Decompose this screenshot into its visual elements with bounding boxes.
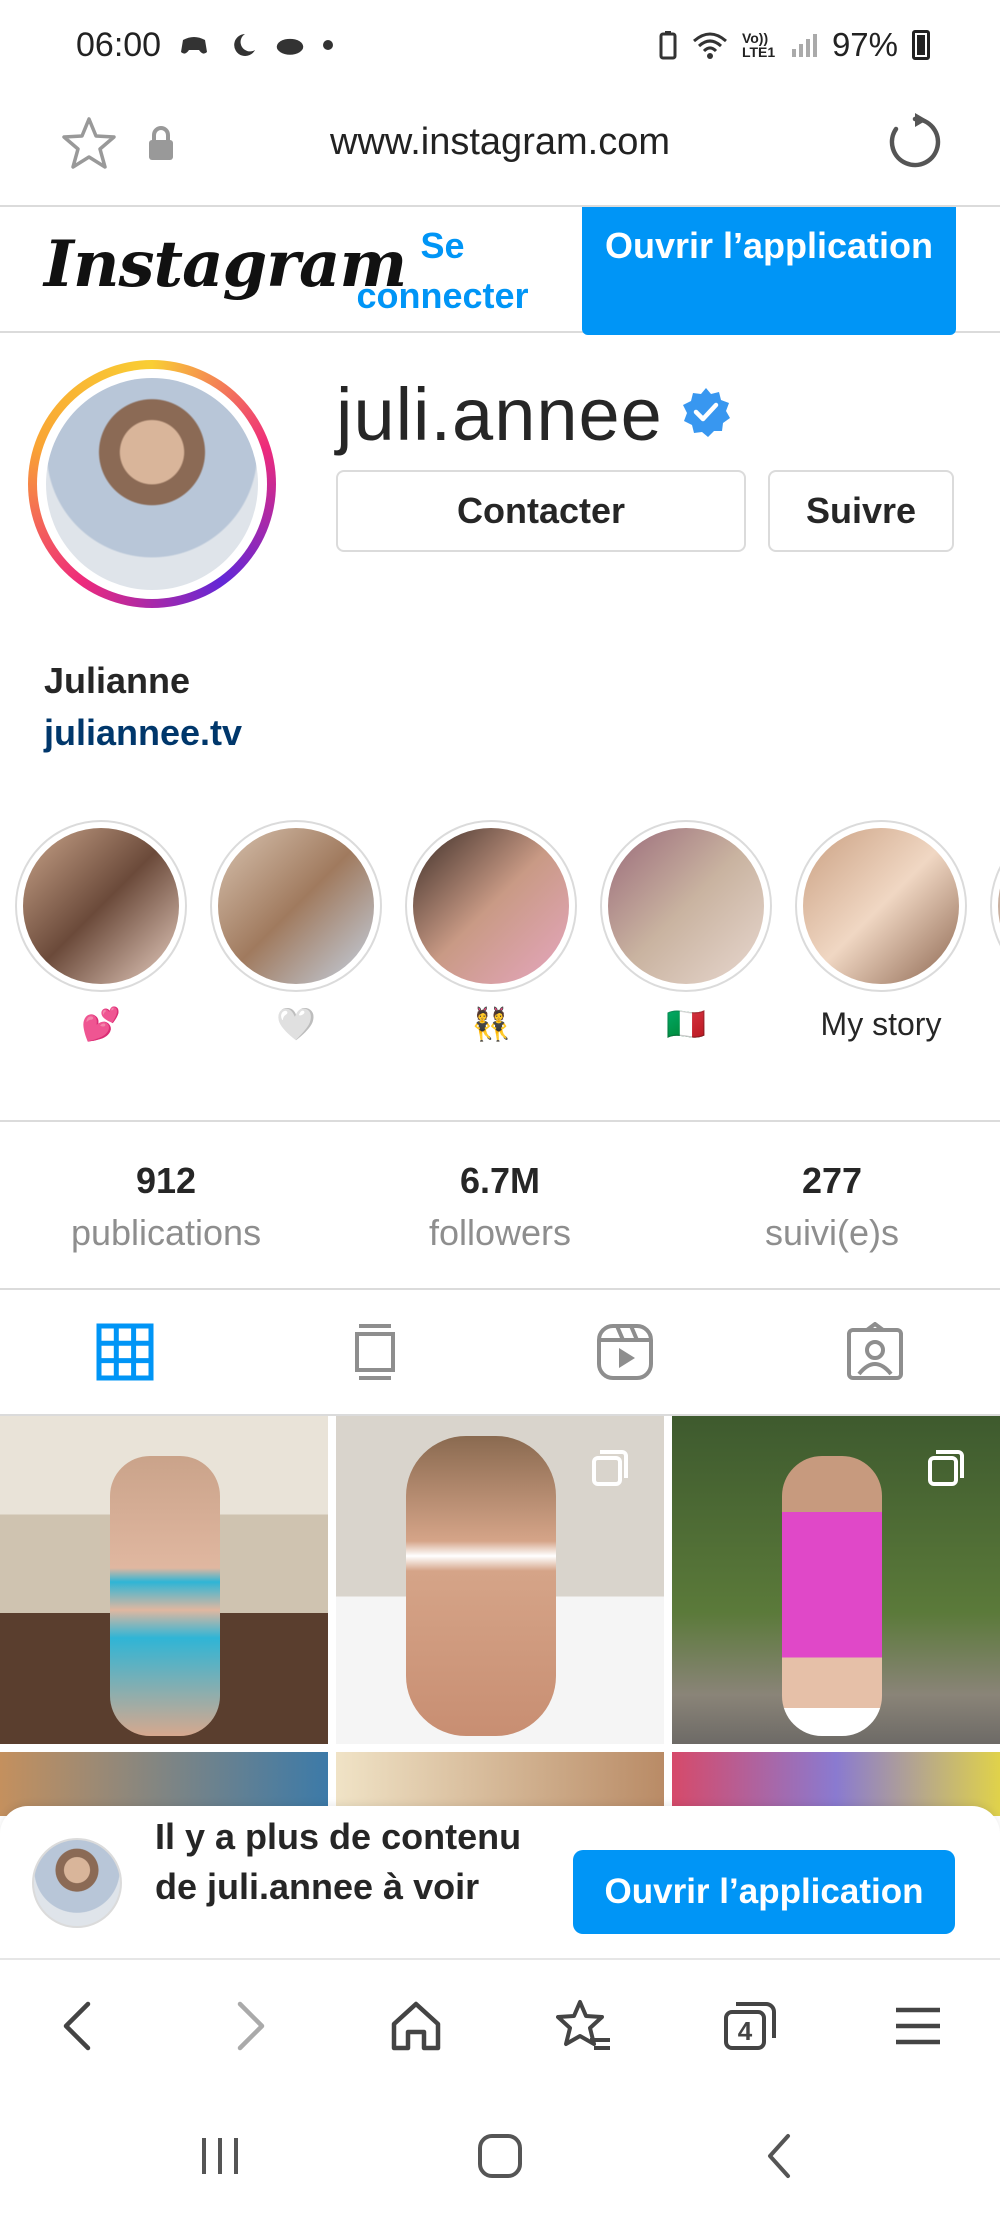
profile-website-link[interactable]: juliannee.tv [44,712,242,754]
post-thumbnail[interactable] [336,1416,664,1744]
login-link[interactable]: Se connecter [350,221,535,321]
stat-followers[interactable]: 6.7M followers [370,1160,630,1254]
signal-icon [791,34,817,57]
recent-apps-icon[interactable] [190,2126,250,2186]
wifi-icon [692,32,727,59]
grid-icon[interactable] [95,1322,155,1382]
stat-value: 277 [801,1160,863,1201]
stat-label: suivi(e)s [764,1212,899,1253]
banner-open-app-button[interactable]: Ouvrir l’application [573,1850,955,1934]
highlight-cover[interactable] [15,820,187,992]
system-back-icon[interactable] [750,2126,810,2186]
stat-label: followers [428,1212,572,1253]
highlight-cover[interactable] [990,820,1000,992]
highlight-cover[interactable] [600,820,772,992]
highlight-item[interactable]: 👯 [405,820,577,1044]
banner-text: Il y a plus de contenu de juli.annee à v… [155,1816,522,1907]
stat-value: 6.7M [459,1160,541,1201]
tagged-icon[interactable] [845,1322,905,1382]
moon-icon [234,34,256,56]
highlight-label: 🇮🇹 [666,1006,706,1042]
stat-following[interactable]: 277 suivi(e)s [702,1160,962,1254]
tabs-icon[interactable]: 4 [722,1998,778,2054]
reels-icon[interactable] [595,1322,655,1382]
stat-label: publications [70,1212,262,1253]
banner-avatar [32,1838,122,1928]
highlight-item[interactable]: 🇮🇹 [600,820,772,1044]
profile-stats: 912 publications 6.7M followers 277 suiv… [0,1120,1000,1290]
status-time: 06:00 [76,25,162,64]
profile-full-name: Julianne [44,660,191,701]
story-highlights: 💕 🤍 👯 🇮🇹 My story [0,820,1000,1060]
stat-value: 912 [135,1160,197,1201]
system-navigation-bar [0,2090,1000,2223]
follow-button[interactable]: Suivre [768,470,954,552]
multiple-posts-icon [928,1450,964,1486]
highlight-cover[interactable] [210,820,382,992]
forward-icon[interactable] [220,1998,276,2054]
verified-badge-icon [683,388,730,437]
reload-icon[interactable] [884,111,946,173]
feed-icon[interactable] [345,1322,405,1382]
highlight-label: 👯 [471,1006,511,1042]
status-bar: 06:00 Vo)) LTE1 97% [0,0,1000,90]
contact-button[interactable]: Contacter [336,470,746,552]
profile-tabs [0,1290,1000,1416]
highlight-cover[interactable] [795,820,967,992]
open-app-button[interactable]: Ouvrir l’application [582,207,956,335]
multiple-posts-icon [592,1450,628,1486]
dot-icon [323,40,334,50]
menu-icon[interactable] [890,1998,946,2054]
highlight-label: 💕 [81,1006,121,1042]
open-app-banner: Il y a plus de contenu de juli.annee à v… [0,1806,1000,1958]
highlight-label: 🤍 [276,1006,316,1042]
post-thumbnail[interactable] [0,1416,328,1744]
posts-grid [0,1416,1000,1816]
bookmarks-star-icon[interactable] [556,1998,612,2054]
battery-percent: 97% [831,26,898,63]
highlight-item[interactable]: My story [795,820,967,1044]
game-controller-icon [181,37,208,54]
highlight-item[interactable]: 💕 [15,820,187,1044]
tab-count: 4 [738,2016,753,2046]
highlight-item[interactable]: 🤍 [210,820,382,1044]
post-thumbnail[interactable] [672,1416,1000,1744]
url-bar[interactable]: www.instagram.com [0,95,1000,205]
battery-icon [912,30,930,60]
browser-toolbar: 4 [0,1958,1000,2090]
instagram-header: Instagram Se connecter Ouvrir l’applicat… [0,205,1000,335]
stat-posts[interactable]: 912 publications [36,1160,296,1254]
status-bar-right: Vo)) LTE1 97% [658,26,930,64]
network-label: Vo)) LTE1 [741,30,776,60]
highlight-label: My story [820,1006,942,1042]
cloud-icon [276,38,304,55]
battery-saver-icon [659,31,677,60]
profile-avatar[interactable] [28,360,276,608]
avatar-photo [46,378,258,590]
highlight-cover[interactable] [405,820,577,992]
home-icon[interactable] [388,1998,444,2054]
profile-username: juli.annee [336,373,663,456]
back-icon[interactable] [52,1998,108,2054]
highlight-item[interactable] [990,820,1000,992]
status-bar-left: 06:00 [76,25,334,65]
home-button-icon[interactable] [470,2126,530,2186]
url-text[interactable]: www.instagram.com [0,121,1000,164]
